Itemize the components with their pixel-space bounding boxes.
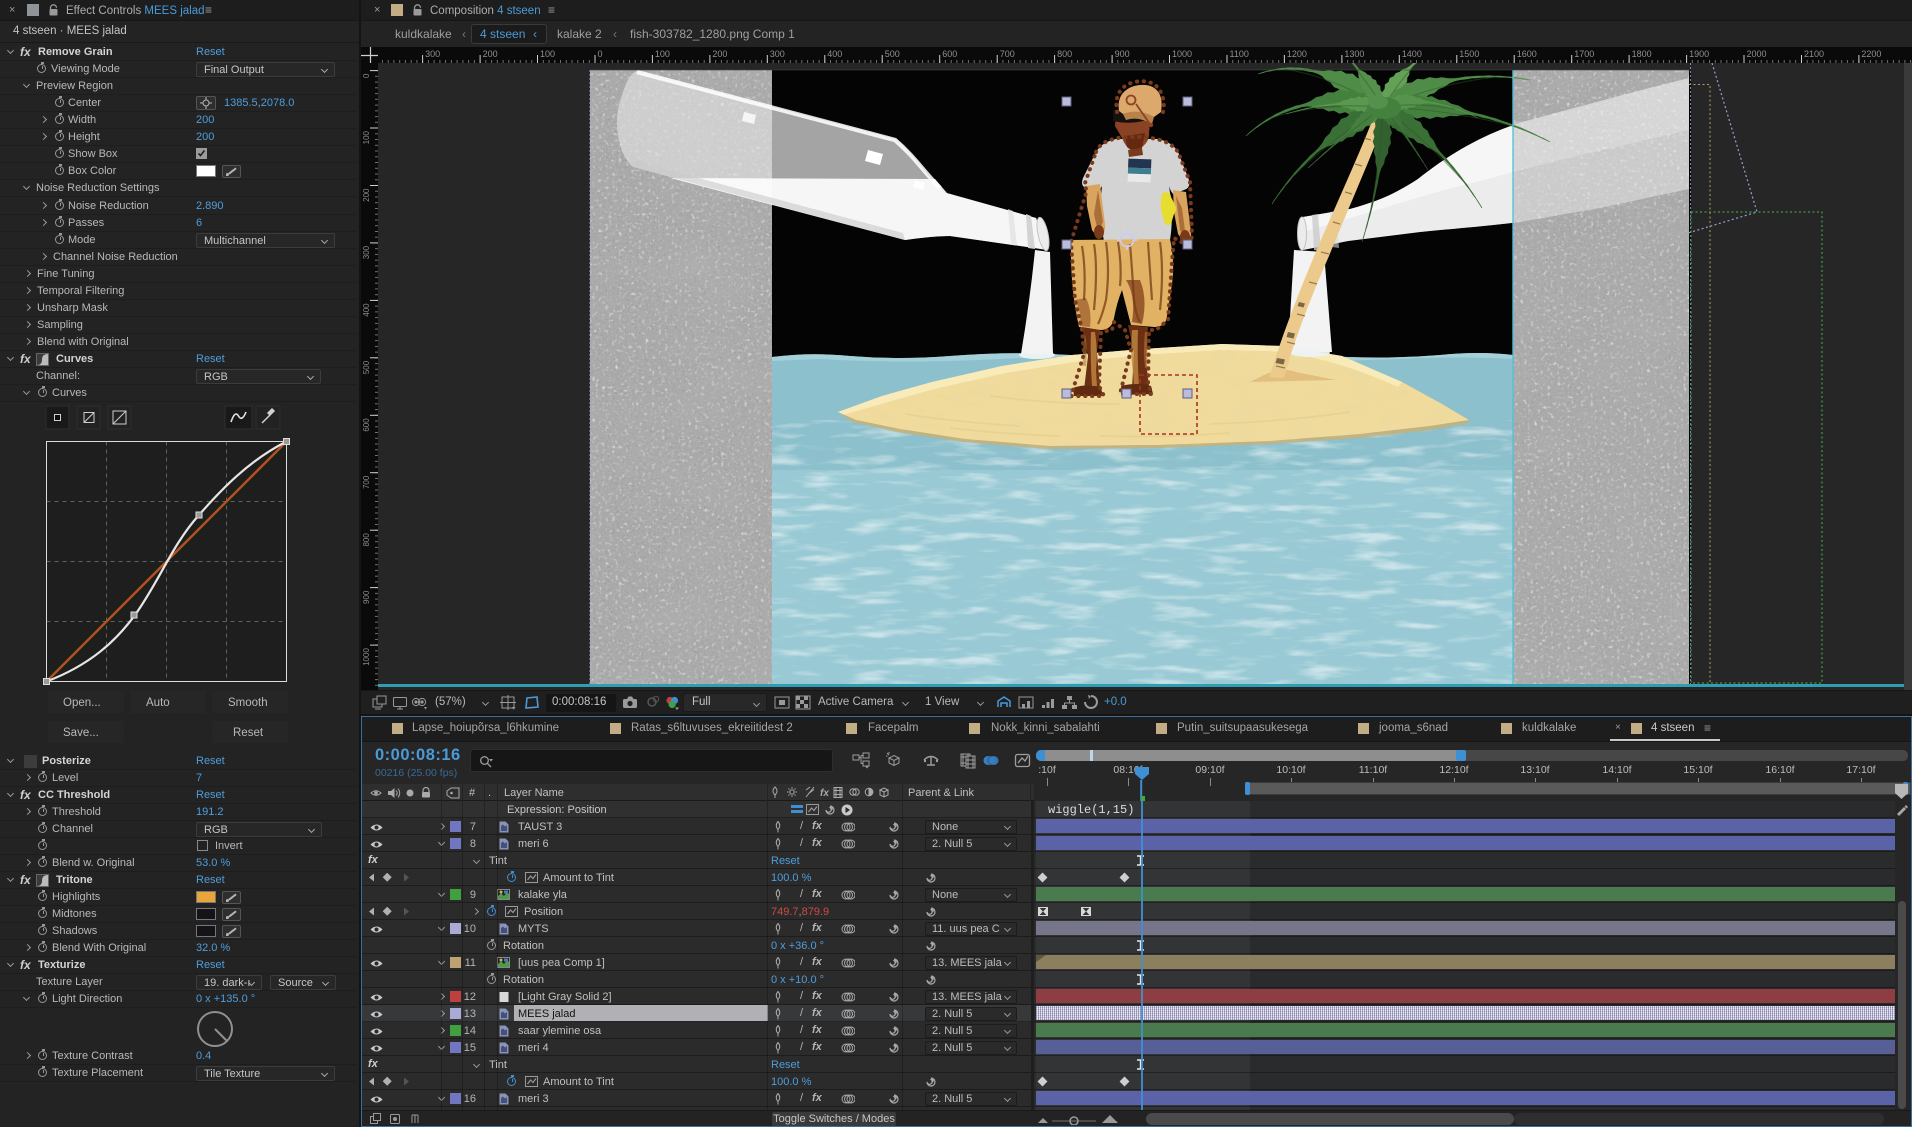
svg-text:1800: 1800 <box>1632 49 1652 59</box>
svg-text:0: 0 <box>598 49 603 59</box>
svg-text:900: 900 <box>362 590 371 604</box>
svg-text:500: 500 <box>885 49 900 59</box>
svg-text:2100: 2100 <box>1804 49 1824 59</box>
svg-text:100: 100 <box>540 49 555 59</box>
svg-text:2000: 2000 <box>1747 49 1767 59</box>
svg-text:2200: 2200 <box>1861 49 1881 59</box>
svg-text:fx: fx <box>820 788 829 799</box>
svg-text:100: 100 <box>655 49 670 59</box>
svg-text:1100: 1100 <box>1230 49 1249 59</box>
svg-text:200: 200 <box>362 188 371 202</box>
svg-text:300: 300 <box>770 49 785 59</box>
svg-text:400: 400 <box>362 303 371 317</box>
svg-text:Auto: Auto <box>146 697 170 709</box>
svg-text:1000: 1000 <box>362 648 371 666</box>
svg-text:1000: 1000 <box>1172 49 1192 59</box>
svg-text:400: 400 <box>827 49 842 59</box>
svg-text:1700: 1700 <box>1574 49 1594 59</box>
svg-text:800: 800 <box>1057 49 1072 59</box>
svg-text:100: 100 <box>362 130 371 144</box>
svg-text:1400: 1400 <box>1402 49 1422 59</box>
svg-text:0: 0 <box>362 73 371 78</box>
svg-text:300: 300 <box>425 49 440 59</box>
svg-text:Smooth: Smooth <box>228 697 268 709</box>
svg-text:Open...: Open... <box>63 697 101 709</box>
svg-text:1900: 1900 <box>1689 49 1709 59</box>
svg-text:Reset: Reset <box>233 727 264 739</box>
svg-text:900: 900 <box>1115 49 1130 59</box>
svg-text:700: 700 <box>362 475 371 489</box>
svg-text:200: 200 <box>483 49 498 59</box>
svg-text:600: 600 <box>942 49 957 59</box>
svg-text:1500: 1500 <box>1459 49 1479 59</box>
svg-text:800: 800 <box>362 533 371 547</box>
svg-text:Save...: Save... <box>63 727 99 739</box>
svg-text:1600: 1600 <box>1517 49 1537 59</box>
svg-text:700: 700 <box>1000 49 1015 59</box>
svg-text:1300: 1300 <box>1344 49 1364 59</box>
svg-text:1200: 1200 <box>1287 49 1307 59</box>
svg-text:600: 600 <box>362 418 371 432</box>
svg-text:500: 500 <box>362 360 371 374</box>
svg-text:300: 300 <box>362 245 371 259</box>
svg-text:200: 200 <box>712 49 727 59</box>
